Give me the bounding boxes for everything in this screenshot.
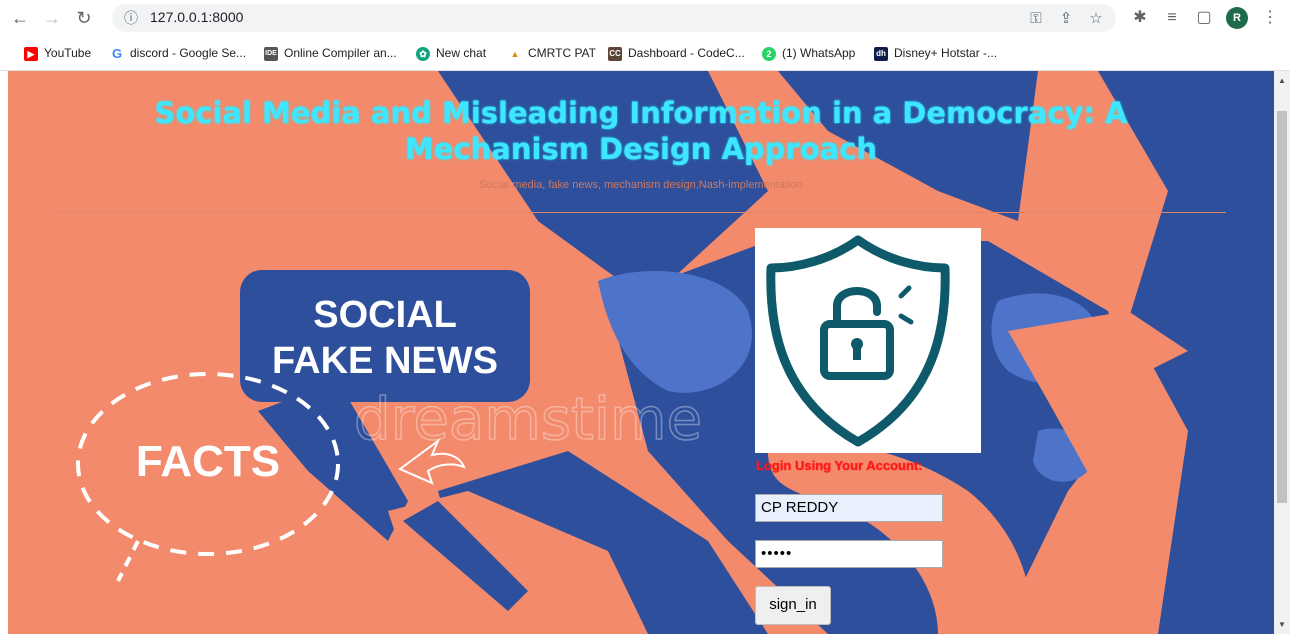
watermark-text: dreamstime <box>354 385 702 453</box>
star-icon[interactable]: ☆ <box>1086 9 1106 29</box>
shield-lock-icon <box>766 235 950 447</box>
hotstar-icon: dh <box>874 46 888 61</box>
ide-icon: IDE <box>264 46 278 61</box>
bookmarks-bar: ▶ YouTube Gdiscord - Google Se... IDE Onli… <box>0 36 1290 71</box>
back-icon[interactable]: ← <box>8 6 32 30</box>
page-viewport: SOCIAL FAKE NEWS FACTS dreamstime Social… <box>8 71 1274 634</box>
bookmark-codechef[interactable]: CC Dashboard - CodeC... <box>608 44 745 62</box>
url-text[interactable]: 127.0.0.1:8000 <box>150 9 243 25</box>
bookmark-hotstar[interactable]: dh Disney+ Hotstar -... <box>874 44 997 62</box>
password-field[interactable]: ••••• <box>755 540 943 568</box>
page-subtitle: Social media, fake news, mechanism desig… <box>479 179 803 191</box>
whatsapp-icon: 2 <box>762 46 776 61</box>
security-lock-card <box>755 228 981 453</box>
sidepanel-icon[interactable]: ▢ <box>1192 6 1216 30</box>
youtube-icon: ▶ <box>24 46 38 61</box>
login-label: Login Using Your Account: <box>756 458 923 473</box>
page-title: Social Media and Misleading Information … <box>154 96 1128 166</box>
username-field[interactable]: CP REDDY <box>755 494 943 522</box>
bubble-fakenews-text: FAKE NEWS <box>272 340 498 382</box>
reload-icon[interactable]: ↻ <box>72 6 96 30</box>
bookmark-whatsapp[interactable]: 2 (1) WhatsApp <box>762 44 855 62</box>
address-bar[interactable]: ⓘ 127.0.0.1:8000 ⚿ ⇪ ☆ <box>112 4 1116 32</box>
extensions-icon[interactable]: ✱ <box>1128 6 1152 30</box>
cmrtc-icon: ▲ <box>508 46 522 61</box>
info-icon[interactable]: ⓘ <box>124 8 144 28</box>
scroll-up-icon[interactable]: ▲ <box>1278 76 1286 85</box>
page-scrollbar[interactable]: ▲ ▼ <box>1274 71 1290 634</box>
bubble-social-text: SOCIAL <box>313 294 457 336</box>
scroll-down-icon[interactable]: ▼ <box>1278 620 1286 629</box>
menu-icon[interactable]: ⋮ <box>1258 6 1282 30</box>
profile-avatar[interactable]: R <box>1226 7 1248 29</box>
media-icon[interactable]: ≡ <box>1160 6 1184 30</box>
bookmark-cmrtc[interactable]: ▲ CMRTC PAT <box>508 44 596 62</box>
bookmark-discord-search[interactable]: Gdiscord - Google Se... <box>110 44 246 62</box>
chatgpt-icon: ✿ <box>416 46 430 61</box>
key-icon[interactable]: ⚿ <box>1026 9 1046 29</box>
facts-text: FACTS <box>136 437 280 486</box>
divider <box>56 212 1226 213</box>
bookmark-new-chat[interactable]: ✿ New chat <box>416 44 486 62</box>
scrollbar-thumb[interactable] <box>1277 111 1287 503</box>
share-icon[interactable]: ⇪ <box>1056 9 1076 29</box>
forward-icon[interactable]: → <box>40 6 64 30</box>
bookmark-online-compiler[interactable]: IDE Online Compiler an... <box>264 44 397 62</box>
bookmark-youtube[interactable]: ▶ YouTube <box>24 44 91 62</box>
browser-toolbar: ← → ↻ ⓘ 127.0.0.1:8000 ⚿ ⇪ ☆ ✱ ≡ ▢ R ⋮ <box>0 0 1290 36</box>
google-icon: G <box>110 45 124 61</box>
codechef-icon: CC <box>608 46 622 61</box>
sign-in-button[interactable]: sign_in <box>755 586 831 625</box>
